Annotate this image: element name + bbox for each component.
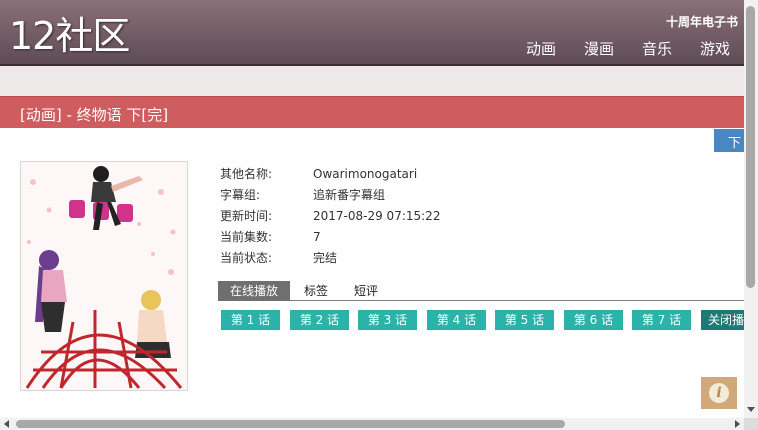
info-value: 7 xyxy=(313,229,321,244)
info-row: 当前状态: 完结 xyxy=(220,247,440,268)
ebook-link[interactable]: 十周年电子书 xyxy=(666,13,738,30)
info-row: 字幕组: 追新番字幕组 xyxy=(220,184,440,205)
info-value: 2017-08-29 07:15:22 xyxy=(313,208,441,223)
cover-illustration xyxy=(25,166,183,390)
tab-tags[interactable]: 标签 xyxy=(304,281,328,301)
info-list: 其他名称: Owarimonogatari 字幕组: 追新番字幕组 更新时间: … xyxy=(220,163,440,268)
info-button[interactable]: i xyxy=(701,377,737,409)
info-row: 其他名称: Owarimonogatari xyxy=(220,163,440,184)
info-key: 更新时间: xyxy=(220,209,273,223)
content-tabs: 在线播放 标签 短评 xyxy=(218,281,748,301)
nav-anime[interactable]: 动画 xyxy=(526,38,556,59)
episode-button-5[interactable]: 第 5 话 xyxy=(495,310,554,330)
info-row: 更新时间: 2017-08-29 07:15:22 xyxy=(220,205,440,226)
episode-button-4[interactable]: 第 4 话 xyxy=(427,310,486,330)
main-nav: 动画 漫画 音乐 游戏 xyxy=(526,38,730,59)
info-icon: i xyxy=(709,383,729,403)
scroll-left-icon[interactable] xyxy=(4,420,9,428)
episode-button-3[interactable]: 第 3 话 xyxy=(358,310,417,330)
vertical-scrollbar[interactable] xyxy=(744,0,758,418)
episode-button-7[interactable]: 第 7 话 xyxy=(632,310,691,330)
tab-online-play[interactable]: 在线播放 xyxy=(218,281,290,301)
download-button[interactable]: 下 xyxy=(714,129,744,152)
scroll-right-icon[interactable] xyxy=(735,420,740,428)
info-key: 字幕组: xyxy=(220,188,261,202)
nav-music[interactable]: 音乐 xyxy=(642,38,672,59)
scrollbar-corner xyxy=(744,418,758,430)
info-key: 当前状态: xyxy=(220,251,273,265)
scroll-down-icon[interactable] xyxy=(747,407,755,412)
episode-button-6[interactable]: 第 6 话 xyxy=(564,310,623,330)
title-bar: [动画] - 终物语 下[完] xyxy=(0,96,744,128)
info-value: 完结 xyxy=(313,251,338,265)
site-header: 12社区 十周年电子书 动画 漫画 音乐 游戏 xyxy=(0,0,744,66)
sub-bar xyxy=(0,66,744,96)
cover-image xyxy=(20,161,188,391)
vertical-scroll-thumb[interactable] xyxy=(746,6,755,288)
episode-button-2[interactable]: 第 2 话 xyxy=(290,310,349,330)
info-row: 当前集数: 7 xyxy=(220,226,440,247)
nav-manga[interactable]: 漫画 xyxy=(584,38,614,59)
info-key: 其他名称: xyxy=(220,167,273,181)
episode-list: 第 1 话 第 2 话 第 3 话 第 4 话 第 5 话 第 6 话 第 7 … xyxy=(221,310,758,332)
info-key: 当前集数: xyxy=(220,230,273,244)
page-title: [动画] - 终物语 下[完] xyxy=(20,106,169,124)
info-value: Owarimonogatari xyxy=(313,166,418,181)
horizontal-scroll-thumb[interactable] xyxy=(16,420,565,428)
horizontal-scrollbar[interactable] xyxy=(0,418,744,430)
info-value: 追新番字幕组 xyxy=(313,188,386,202)
episode-button-1[interactable]: 第 1 话 xyxy=(221,310,280,330)
site-logo[interactable]: 12社区 xyxy=(9,14,130,58)
tab-reviews[interactable]: 短评 xyxy=(354,281,378,301)
page: 12社区 十周年电子书 动画 漫画 音乐 游戏 [动画] - 终物语 下[完] … xyxy=(0,0,758,430)
nav-games[interactable]: 游戏 xyxy=(700,38,730,59)
